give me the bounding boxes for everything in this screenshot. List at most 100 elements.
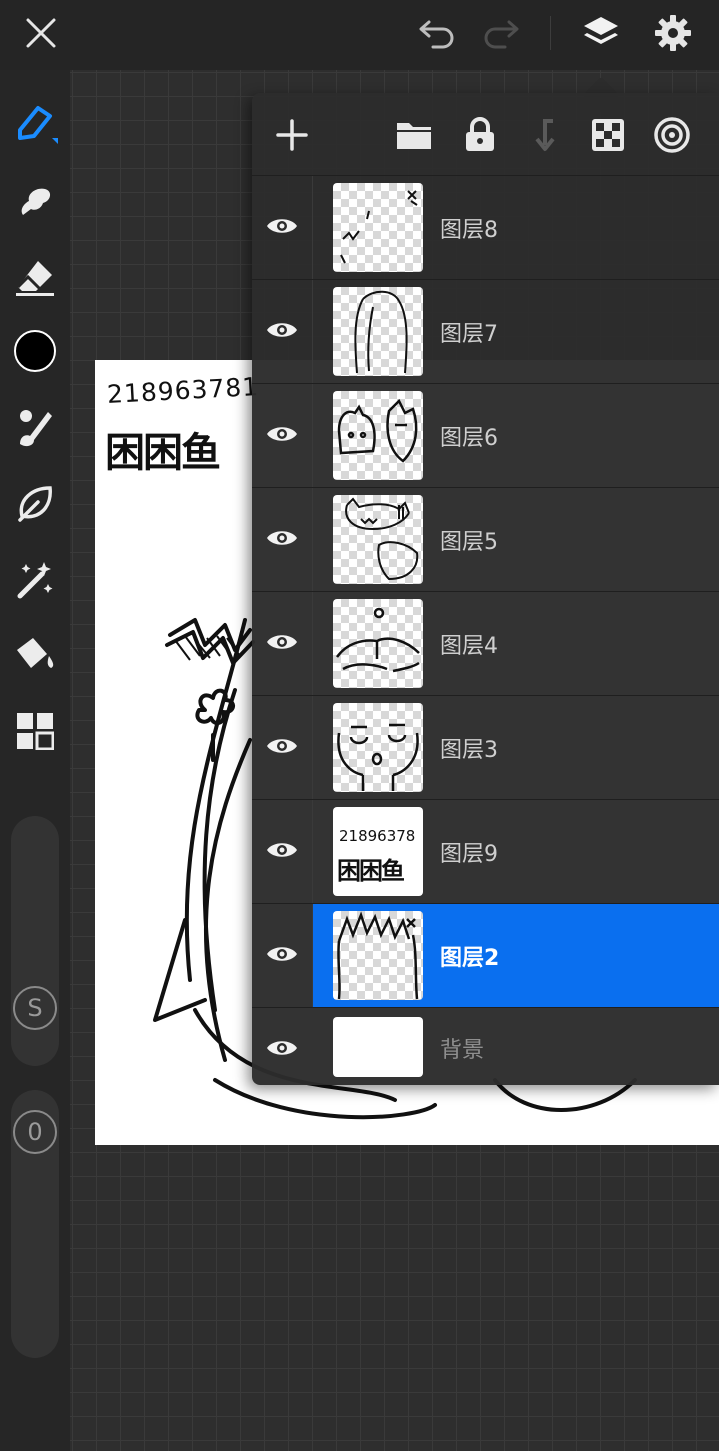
layer-thumbnail bbox=[333, 183, 423, 272]
layer-thumbnail bbox=[333, 1017, 423, 1077]
eye-icon bbox=[267, 635, 297, 649]
leaf-icon bbox=[18, 486, 52, 522]
thumb-id-text: 21896378 bbox=[339, 827, 416, 845]
eye-icon bbox=[267, 219, 297, 233]
layer-name: 背景 bbox=[440, 1038, 485, 1063]
grid-icon bbox=[17, 713, 54, 750]
visibility-toggle[interactable] bbox=[262, 830, 302, 870]
row-divider bbox=[312, 904, 313, 1008]
layer-name: 图层6 bbox=[440, 426, 498, 451]
eye-icon bbox=[267, 739, 297, 753]
target-icon bbox=[654, 117, 690, 153]
pen-icon bbox=[18, 106, 58, 144]
magic-wand-icon bbox=[17, 562, 53, 599]
smudge-tool[interactable] bbox=[10, 176, 60, 226]
row-divider bbox=[312, 488, 313, 592]
checker-icon bbox=[592, 119, 624, 151]
row-divider bbox=[312, 696, 313, 800]
eraser-tool[interactable] bbox=[10, 252, 60, 302]
layer-thumbnail bbox=[333, 911, 423, 1000]
top-bar bbox=[0, 0, 719, 70]
row-divider bbox=[312, 280, 313, 384]
layer-row[interactable]: 21896378 困困鱼 图层9 bbox=[252, 799, 719, 904]
brush-size-knob[interactable]: S bbox=[13, 986, 57, 1030]
layer-row[interactable]: 图层8 bbox=[252, 175, 719, 280]
folder-icon bbox=[397, 123, 431, 149]
visibility-toggle[interactable] bbox=[262, 518, 302, 558]
row-divider bbox=[312, 592, 313, 696]
layer-thumbnail bbox=[333, 391, 423, 480]
color-swatch bbox=[14, 330, 56, 372]
eye-icon bbox=[267, 427, 297, 441]
visibility-toggle[interactable] bbox=[262, 726, 302, 766]
layer-thumbnail: 21896378 困困鱼 bbox=[333, 807, 423, 896]
lock-icon bbox=[466, 117, 494, 151]
layer-thumbnail bbox=[333, 287, 423, 376]
redo-button[interactable] bbox=[478, 10, 524, 56]
tool-sidebar: S 0 bbox=[0, 70, 70, 1451]
row-divider bbox=[312, 176, 313, 280]
layer-row-background[interactable]: 背景 bbox=[252, 1007, 719, 1085]
eraser-icon bbox=[16, 261, 54, 296]
layer-row[interactable]: 图层4 bbox=[252, 591, 719, 696]
close-icon bbox=[26, 18, 56, 48]
row-divider bbox=[312, 800, 313, 904]
settings-button[interactable] bbox=[650, 10, 696, 56]
layer-row[interactable]: 图层7 bbox=[252, 279, 719, 384]
thumb-name-text: 困困鱼 bbox=[337, 857, 405, 885]
layer-row[interactable]: 图层3 bbox=[252, 695, 719, 800]
layer-row[interactable]: 图层5 bbox=[252, 487, 719, 592]
more-tools[interactable] bbox=[10, 706, 60, 756]
layer-thumbnail bbox=[333, 495, 423, 584]
add-layer-icon bbox=[276, 119, 308, 151]
eye-icon bbox=[267, 531, 297, 545]
smudge-icon bbox=[21, 188, 51, 215]
visibility-toggle[interactable] bbox=[262, 414, 302, 454]
layers-button[interactable] bbox=[578, 10, 624, 56]
layer-name: 图层2 bbox=[440, 946, 500, 971]
reference-button[interactable] bbox=[650, 113, 694, 157]
layer-row-selected[interactable]: 图层2 bbox=[252, 903, 719, 1008]
close-button[interactable] bbox=[18, 10, 64, 56]
transparency-button[interactable] bbox=[586, 113, 630, 157]
paint-bucket-icon bbox=[17, 638, 54, 668]
toolbar-divider bbox=[550, 16, 551, 50]
layer-name: 图层4 bbox=[440, 634, 498, 659]
layer-name: 图层9 bbox=[440, 842, 498, 867]
visibility-toggle[interactable] bbox=[262, 206, 302, 246]
layer-thumbnail bbox=[333, 703, 423, 792]
layers-icon bbox=[584, 17, 618, 44]
merge-down-button[interactable] bbox=[522, 113, 566, 157]
magic-wand-tool[interactable] bbox=[10, 554, 60, 604]
opacity-knob[interactable]: 0 bbox=[13, 1110, 57, 1154]
visibility-toggle[interactable] bbox=[262, 622, 302, 662]
add-layer-button[interactable] bbox=[270, 113, 314, 157]
layer-name: 图层7 bbox=[440, 322, 498, 347]
undo-button[interactable] bbox=[414, 10, 460, 56]
layers-panel-header bbox=[252, 93, 719, 175]
layers-panel: 图层8 图层7 图层6 图层5 图层4 图层3 21896378 困困鱼 图层9… bbox=[252, 93, 719, 1085]
visibility-toggle[interactable] bbox=[262, 934, 302, 974]
pen-tool[interactable] bbox=[10, 98, 60, 148]
gear-icon bbox=[655, 15, 691, 51]
layer-name: 图层8 bbox=[440, 218, 498, 243]
color-picker[interactable] bbox=[10, 326, 60, 376]
folder-button[interactable] bbox=[392, 113, 436, 157]
visibility-toggle[interactable] bbox=[262, 1028, 302, 1068]
layer-thumbnail bbox=[333, 599, 423, 688]
merge-down-icon bbox=[535, 119, 555, 151]
visibility-toggle[interactable] bbox=[262, 310, 302, 350]
fill-tool[interactable] bbox=[10, 630, 60, 680]
layer-name: 图层5 bbox=[440, 530, 498, 555]
undo-icon bbox=[419, 20, 454, 49]
brush-tool[interactable] bbox=[10, 402, 60, 452]
brush-icon bbox=[20, 410, 52, 447]
redo-icon bbox=[484, 20, 519, 49]
eye-icon bbox=[267, 1041, 297, 1055]
selection-tool[interactable] bbox=[10, 478, 60, 528]
eye-icon bbox=[267, 323, 297, 337]
row-divider bbox=[312, 384, 313, 488]
layer-row[interactable]: 图层6 bbox=[252, 383, 719, 488]
eye-icon bbox=[267, 947, 297, 961]
lock-button[interactable] bbox=[458, 113, 502, 157]
